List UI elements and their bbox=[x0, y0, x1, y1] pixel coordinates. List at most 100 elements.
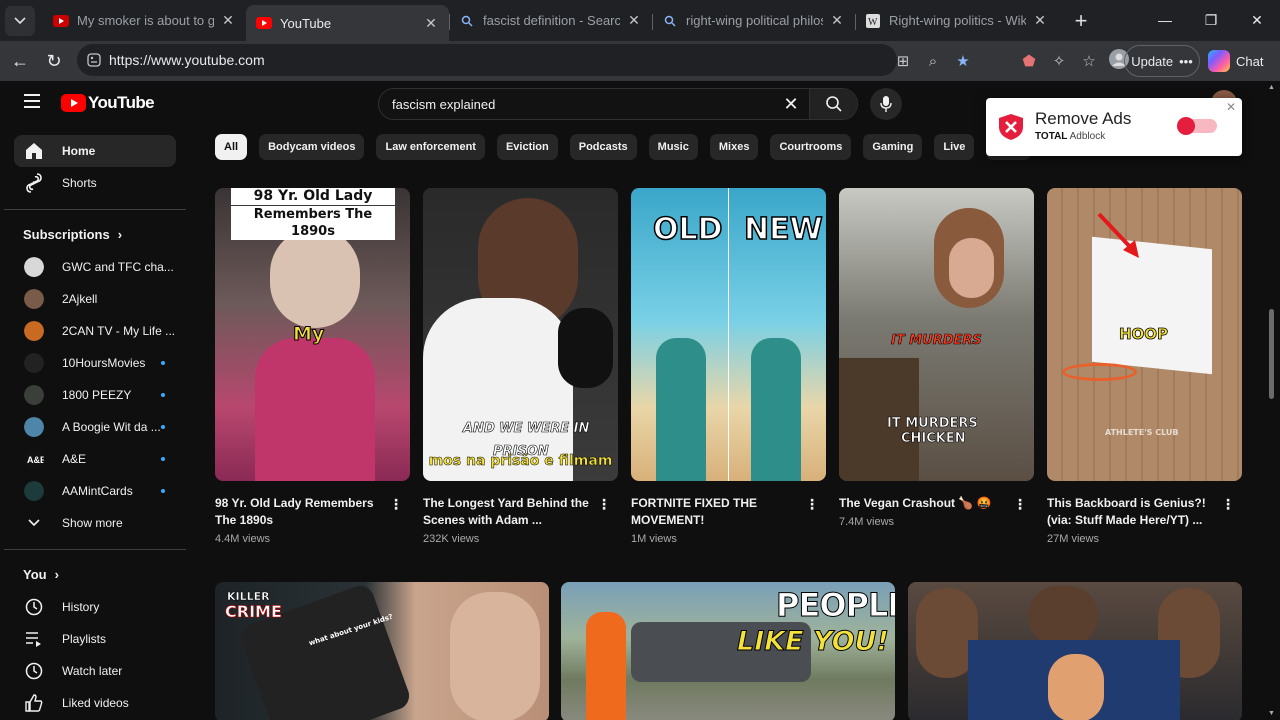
copilot-chat-button[interactable]: Chat bbox=[1208, 45, 1263, 77]
browser-tab[interactable]: W Right-wing politics - Wikipe ✕ bbox=[855, 5, 1058, 37]
video-thumbnail[interactable]: PEOPLE LIKE YOU! bbox=[561, 582, 895, 720]
browser-tab[interactable]: My smoker is about to get a ✕ bbox=[43, 5, 246, 37]
short-title[interactable]: FORTNITE FIXED THE MOVEMENT! bbox=[631, 495, 803, 529]
chip-all[interactable]: All bbox=[215, 134, 248, 160]
chip[interactable]: Gaming bbox=[863, 134, 923, 160]
sidebar-item-subscription[interactable]: A&E A&E bbox=[14, 443, 176, 475]
short-title[interactable]: The Longest Yard Behind the Scenes with … bbox=[423, 495, 595, 529]
close-tab-icon[interactable]: ✕ bbox=[1032, 12, 1048, 29]
view-count: 232K views bbox=[423, 533, 480, 545]
chip[interactable]: Podcasts bbox=[569, 134, 637, 160]
you-heading[interactable]: You › bbox=[23, 567, 59, 582]
short-thumbnail[interactable]: 98 Yr. Old Lady Remembers The 1890s My bbox=[215, 188, 410, 481]
site-info-icon[interactable] bbox=[87, 53, 101, 67]
browser-tab[interactable]: right-wing political philosop ✕ bbox=[652, 5, 855, 37]
more-actions-icon[interactable]: ⋮ bbox=[389, 496, 404, 513]
watch-later-icon bbox=[24, 661, 44, 681]
video-thumbnail[interactable] bbox=[908, 582, 1242, 720]
tab-title: right-wing political philosop bbox=[686, 13, 823, 28]
sidebar-item-subscription[interactable]: AAMintCards bbox=[14, 475, 176, 507]
more-actions-icon[interactable]: ⋮ bbox=[1013, 496, 1028, 513]
sidebar-item-subscription[interactable]: 2CAN TV - My Life ... bbox=[14, 315, 176, 347]
sidebar-item-liked-videos[interactable]: Liked videos bbox=[14, 687, 176, 719]
sidebar-item-subscription[interactable]: A Boogie Wit da ... bbox=[14, 411, 176, 443]
remove-ads-toggle[interactable] bbox=[1177, 117, 1217, 135]
search-button[interactable] bbox=[809, 89, 857, 119]
subscriptions-heading[interactable]: Subscriptions › bbox=[23, 227, 122, 242]
short-thumbnail[interactable]: IT MURDERS IT MURDERS CHICKEN bbox=[839, 188, 1034, 481]
thumbnail-figure bbox=[450, 592, 540, 720]
short-title[interactable]: The Vegan Crashout 🍗 🤬 bbox=[839, 495, 1011, 512]
scrollbar-thumb[interactable] bbox=[1269, 309, 1274, 399]
address-bar[interactable]: https://www.youtube.com bbox=[77, 44, 897, 76]
sidebar-item-subscription[interactable]: 2Ajkell bbox=[14, 283, 176, 315]
close-tab-icon[interactable]: ✕ bbox=[626, 12, 642, 29]
restore-icon[interactable]: ❐ bbox=[1188, 12, 1234, 29]
favorite-star-icon[interactable]: ★ bbox=[948, 52, 978, 70]
favorites-icon[interactable]: ☆ bbox=[1074, 52, 1104, 70]
sidebar-item-subscription[interactable]: 10HoursMovies bbox=[14, 347, 176, 379]
youtube-logo[interactable]: YouTube bbox=[61, 93, 155, 113]
short-title[interactable]: This Backboard is Genius?! (via: Stuff M… bbox=[1047, 495, 1219, 529]
filter-chips-bar: All Bodycam videos Law enforcement Evict… bbox=[215, 134, 1031, 160]
page-scrollbar[interactable]: ▲ ▼ bbox=[1267, 81, 1276, 720]
more-actions-icon[interactable]: ⋮ bbox=[597, 496, 612, 513]
show-more-button[interactable]: Show more bbox=[14, 507, 176, 539]
browser-tab[interactable]: fascist definition - Search ✕ bbox=[449, 5, 652, 37]
video-thumbnail[interactable]: KILLER CRIME what about your kids? bbox=[215, 582, 549, 720]
close-tab-icon[interactable]: ✕ bbox=[829, 12, 845, 29]
reload-icon[interactable]: ↻ bbox=[37, 51, 71, 72]
sidebar-item-watch-later[interactable]: Watch later bbox=[14, 655, 176, 687]
short-title[interactable]: 98 Yr. Old Lady Remembers The 1890s bbox=[215, 495, 387, 529]
short-thumbnail[interactable]: HOOP ATHLETE'S CLUB bbox=[1047, 188, 1242, 481]
short-thumbnail[interactable]: OLD NEW bbox=[631, 188, 826, 481]
scroll-up-icon[interactable]: ▲ bbox=[1268, 84, 1275, 91]
chip[interactable]: Mixes bbox=[709, 134, 759, 160]
back-arrow-icon[interactable]: ← bbox=[3, 51, 37, 72]
browser-tab-active[interactable]: YouTube ✕ bbox=[246, 5, 449, 41]
chip[interactable]: Live bbox=[934, 134, 975, 160]
chip[interactable]: Courtrooms bbox=[770, 134, 852, 160]
zoom-icon[interactable]: ⌕ bbox=[918, 53, 948, 70]
sidebar-item-label: A&E bbox=[62, 452, 87, 466]
search-input[interactable]: fascism explained bbox=[379, 97, 773, 112]
chip[interactable]: Music bbox=[648, 134, 698, 160]
adblock-extension-icon[interactable]: ⬟ bbox=[1014, 52, 1044, 70]
more-actions-icon[interactable]: ⋮ bbox=[805, 496, 820, 513]
clear-search-icon[interactable]: ✕ bbox=[773, 94, 809, 115]
short-card[interactable]: IT MURDERS IT MURDERS CHICKEN The Vegan … bbox=[839, 188, 1034, 528]
sidebar-item-shorts[interactable]: Shorts bbox=[14, 167, 176, 199]
chip[interactable]: Bodycam videos bbox=[259, 134, 365, 160]
new-tab-plus-icon[interactable]: + bbox=[1066, 8, 1096, 34]
extensions-puzzle-icon[interactable]: ✧ bbox=[1044, 52, 1074, 70]
close-tab-icon[interactable]: ✕ bbox=[220, 12, 236, 29]
short-card[interactable]: HOOP ATHLETE'S CLUB This Backboard is Ge… bbox=[1047, 188, 1242, 545]
channel-avatar bbox=[24, 385, 44, 405]
sidebar-item-subscription[interactable]: GWC and TFC cha... bbox=[14, 251, 176, 283]
short-card[interactable]: OLD NEW FORTNITE FIXED THE MOVEMENT! 1M … bbox=[631, 188, 826, 545]
guide-menu-icon[interactable] bbox=[24, 94, 40, 108]
adblock-popup: Remove Ads TOTAL Adblock ✕ bbox=[986, 98, 1242, 156]
thumbnail-figure bbox=[1048, 654, 1104, 720]
chip[interactable]: Eviction bbox=[496, 134, 558, 160]
short-card[interactable]: AND WE WERE IN PRISON mos na prisão e fi… bbox=[423, 188, 618, 545]
short-thumbnail[interactable]: AND WE WERE IN PRISON mos na prisão e fi… bbox=[423, 188, 618, 481]
sidebar-item-home[interactable]: Home bbox=[14, 135, 176, 167]
apps-icon[interactable]: ⊞ bbox=[888, 52, 918, 70]
voice-search-button[interactable] bbox=[870, 88, 902, 120]
short-card[interactable]: 98 Yr. Old Lady Remembers The 1890s My 9… bbox=[215, 188, 410, 545]
update-button[interactable]: Update ••• bbox=[1124, 45, 1200, 77]
sidebar-item-playlists[interactable]: Playlists bbox=[14, 623, 176, 655]
more-actions-icon[interactable]: ⋮ bbox=[1221, 496, 1236, 513]
new-content-dot bbox=[161, 457, 165, 461]
close-tab-icon[interactable]: ✕ bbox=[423, 15, 439, 32]
sidebar-item-subscription[interactable]: 1800 PEEZY bbox=[14, 379, 176, 411]
tab-actions-menu-button[interactable] bbox=[5, 5, 35, 36]
sidebar-item-history[interactable]: History bbox=[14, 591, 176, 623]
close-window-icon[interactable]: ✕ bbox=[1234, 12, 1280, 29]
chip[interactable]: Law enforcement bbox=[376, 134, 485, 160]
tab-title: My smoker is about to get a bbox=[77, 13, 214, 28]
minimize-icon[interactable]: — bbox=[1142, 12, 1188, 29]
scroll-down-icon[interactable]: ▼ bbox=[1268, 710, 1275, 717]
close-popup-icon[interactable]: ✕ bbox=[1226, 100, 1236, 114]
